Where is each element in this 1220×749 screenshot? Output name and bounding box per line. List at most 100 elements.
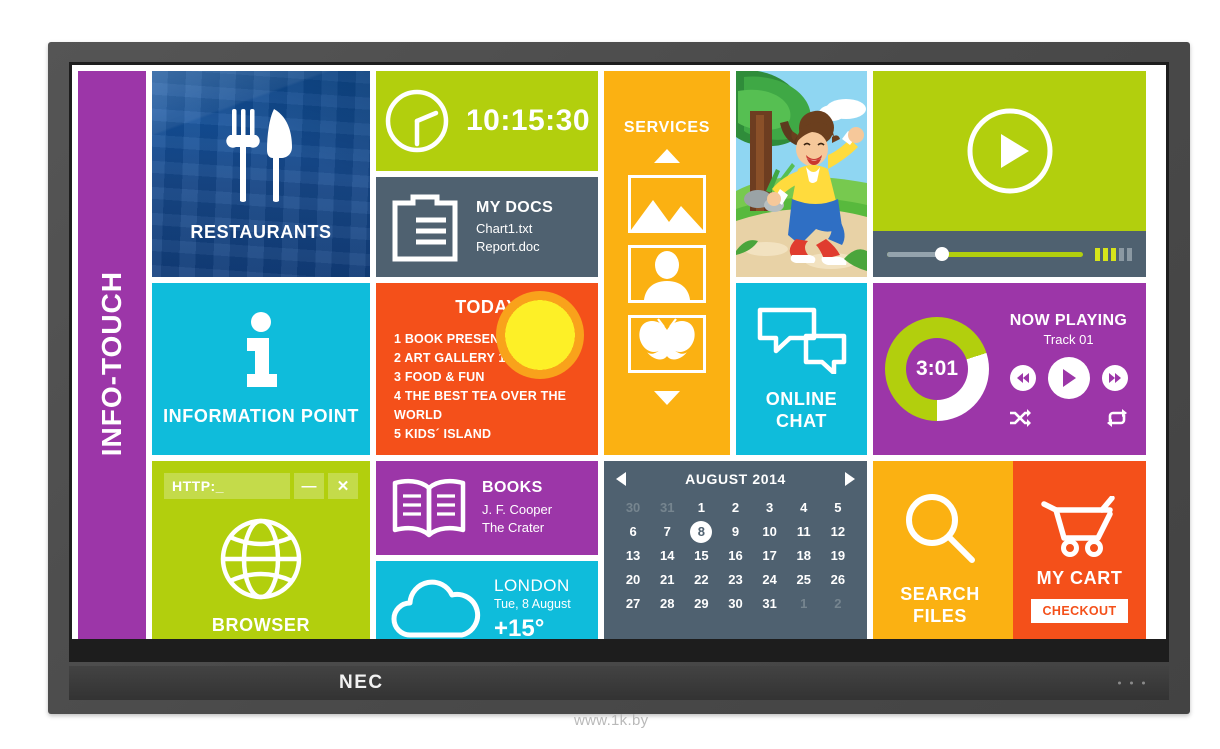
tile-online-chat[interactable]: ONLINE CHAT — [736, 283, 867, 455]
tile-my-docs[interactable]: MY DOCS Chart1.txt Report.doc — [376, 177, 598, 277]
calendar-day-label: 8 — [690, 521, 713, 543]
calendar-day[interactable]: 23 — [718, 569, 752, 591]
chevron-down-icon[interactable] — [654, 391, 680, 405]
picture-icon[interactable] — [628, 175, 706, 233]
calendar-day[interactable]: 29 — [684, 593, 718, 615]
calendar-day[interactable]: 6 — [616, 521, 650, 543]
calendar-next-icon[interactable] — [845, 472, 855, 486]
calendar-day[interactable]: 2 — [821, 593, 855, 615]
butterfly-icon[interactable] — [628, 315, 706, 373]
next-track-icon[interactable] — [1101, 364, 1128, 391]
video-controls-bar[interactable] — [873, 231, 1146, 277]
sidebar-info-touch[interactable]: INFO-TOUCH — [78, 71, 146, 639]
calendar-day[interactable]: 15 — [684, 545, 718, 567]
weather-city: LONDON — [494, 575, 570, 595]
calendar-day[interactable]: 1 — [787, 593, 821, 615]
calendar-day[interactable]: 7 — [650, 521, 684, 543]
list-item[interactable]: 5 KIDS´ ISLAND — [394, 425, 598, 444]
tile-information-point-label: INFORMATION POINT — [163, 405, 359, 426]
person-icon[interactable] — [628, 245, 706, 303]
tile-now-playing-label: NOW PLAYING — [1009, 311, 1128, 329]
calendar-day[interactable]: 21 — [650, 569, 684, 591]
calendar-day[interactable]: 1 — [684, 497, 718, 519]
calendar-day[interactable]: 17 — [753, 545, 787, 567]
calendar-day[interactable]: 14 — [650, 545, 684, 567]
video-stage[interactable] — [873, 71, 1146, 231]
volume-meter[interactable] — [1095, 247, 1132, 261]
touchscreen-display[interactable]: INFO-TOUCH RESTAURANTS INFORMATION POINT… — [72, 65, 1166, 639]
calendar-day[interactable]: 16 — [718, 545, 752, 567]
magnifier-icon — [902, 490, 978, 566]
clipboard-icon — [392, 190, 462, 264]
volume-bar — [1119, 247, 1124, 261]
tile-services[interactable]: SERVICES — [604, 71, 730, 455]
player-info: NOW PLAYING Track 01 — [1003, 312, 1134, 427]
tile-restaurants[interactable]: RESTAURANTS — [152, 71, 370, 277]
calendar-day[interactable]: 11 — [787, 521, 821, 543]
calendar-day[interactable]: 27 — [616, 593, 650, 615]
shuffle-icon[interactable] — [1009, 408, 1031, 427]
checkout-button[interactable]: CHECKOUT — [1031, 598, 1128, 623]
speech-bubbles-icon — [756, 306, 848, 374]
calendar-day[interactable]: 22 — [684, 569, 718, 591]
clock-docs-column: 10:15:30 MY DOCS Chart1.txt Report.doc — [376, 71, 598, 277]
play-icon[interactable] — [1047, 356, 1090, 399]
tile-video-player[interactable] — [873, 71, 1146, 277]
calendar-day[interactable]: 12 — [821, 521, 855, 543]
chevron-up-icon[interactable] — [654, 149, 680, 163]
tile-search-files[interactable]: SEARCH FILES MY CART CHECKOUT — [873, 461, 1146, 639]
doc-file-1[interactable]: Chart1.txt — [476, 220, 553, 238]
tile-information-point[interactable]: INFORMATION POINT — [152, 283, 370, 455]
calendar-day[interactable]: 13 — [616, 545, 650, 567]
calendar-day[interactable]: 5 — [821, 497, 855, 519]
weather-temperature: +15° — [494, 614, 545, 640]
calendar-day[interactable]: 30 — [718, 593, 752, 615]
fork-knife-icon — [224, 107, 298, 205]
calendar-day[interactable]: 31 — [753, 593, 787, 615]
tile-browser[interactable]: HTTP:_ — ✕ BROWSER — [152, 461, 370, 639]
calendar-day[interactable]: 31 — [650, 497, 684, 519]
calendar-day[interactable]: 20 — [616, 569, 650, 591]
calendar-day[interactable]: 30 — [616, 497, 650, 519]
tile-now-playing[interactable]: 3:01 NOW PLAYING Track 01 — [873, 283, 1146, 455]
globe-icon — [219, 517, 303, 601]
calendar-day[interactable]: 4 — [787, 497, 821, 519]
list-item[interactable]: 3 FOOD & FUN — [394, 368, 598, 387]
calendar-prev-icon[interactable] — [616, 472, 626, 486]
tile-books[interactable]: BOOKS J. F. Cooper The Crater — [376, 461, 598, 555]
video-seek-slider[interactable] — [887, 247, 1083, 261]
repeat-icon[interactable] — [1106, 408, 1128, 427]
doc-file-2[interactable]: Report.doc — [476, 238, 553, 256]
calendar-day[interactable]: 28 — [650, 593, 684, 615]
sidebar-item-label: INFO-TOUCH — [96, 271, 127, 457]
calendar-day[interactable]: 2 — [718, 497, 752, 519]
tile-clock[interactable]: 10:15:30 — [376, 71, 598, 171]
tile-my-cart-label: MY CART — [1036, 567, 1123, 588]
list-item[interactable]: 4 THE BEST TEA OVER THE WORLD — [394, 387, 598, 425]
weather-text: LONDON Tue, 8 August +15° — [494, 576, 571, 640]
calendar-month-label: AUGUST 2014 — [685, 471, 786, 487]
calendar-day[interactable]: 10 — [753, 521, 787, 543]
search-inner[interactable]: SEARCH FILES — [873, 461, 1007, 639]
play-icon[interactable] — [965, 106, 1055, 196]
calendar-day[interactable]: 3 — [753, 497, 787, 519]
calendar-day[interactable]: 18 — [787, 545, 821, 567]
tile-kid-photo[interactable] — [736, 71, 867, 277]
tile-today[interactable]: TODAY 1 BOOK PRESENTATION 2 ART GALLERY … — [376, 283, 598, 455]
calendar-day[interactable]: 25 — [787, 569, 821, 591]
close-icon[interactable]: ✕ — [328, 473, 358, 499]
calendar-day[interactable]: 26 — [821, 569, 855, 591]
minimize-button[interactable]: — — [294, 473, 324, 499]
calendar-day-selected[interactable]: 8 — [684, 521, 718, 543]
tile-calendar[interactable]: AUGUST 2014 30 31 1 2 3 4 5 6 7 8 9 10 11 12 13 14 15 16 1… — [604, 461, 867, 639]
calendar-day[interactable]: 9 — [718, 521, 752, 543]
tile-my-cart[interactable]: MY CART CHECKOUT — [1013, 461, 1146, 639]
calendar-day[interactable]: 24 — [753, 569, 787, 591]
calendar-day[interactable]: 19 — [821, 545, 855, 567]
video-seek-knob[interactable] — [934, 247, 949, 261]
weather-date: Tue, 8 August — [494, 596, 571, 611]
volume-bar — [1111, 247, 1116, 261]
tile-weather[interactable]: LONDON Tue, 8 August +15° — [376, 561, 598, 639]
previous-track-icon[interactable] — [1009, 364, 1036, 391]
browser-url-input[interactable]: HTTP:_ — [164, 473, 290, 499]
